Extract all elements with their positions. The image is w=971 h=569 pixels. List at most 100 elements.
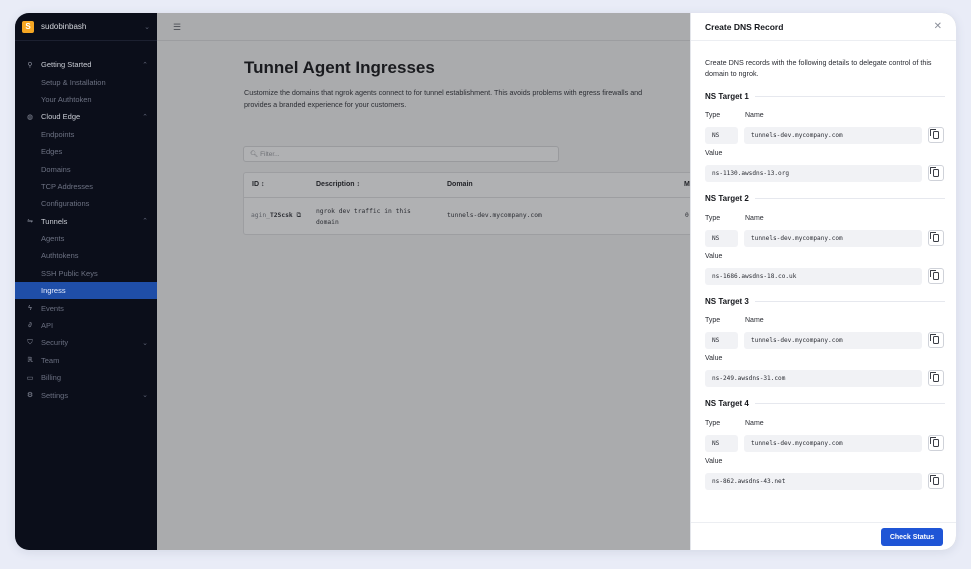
type-field: NS	[705, 332, 738, 349]
sidebar-item-label: Agents	[41, 234, 65, 244]
app-window: S sudobinbash ⌄ ⚲ Getting Started ⌃ Setup &…	[15, 13, 956, 550]
type-label: Type	[705, 112, 721, 119]
name-field: tunnels-dev.mycompany.com	[744, 332, 922, 349]
sidebar-item-team[interactable]: ℝ Team	[15, 352, 157, 369]
row-id[interactable]: agin_T2Scsk ⧉	[251, 212, 301, 220]
filter-input[interactable]: 🔍︎ Filter...	[243, 146, 559, 162]
chevron-up-icon: ⌃	[142, 61, 148, 69]
page-title: Tunnel Agent Ingresses	[244, 58, 435, 77]
team-icon: ℝ	[27, 357, 33, 365]
sidebar-item-cloud-edge[interactable]: ◍ Cloud Edge ⌃	[15, 108, 157, 125]
chevron-down-icon: ⌄	[144, 23, 150, 31]
link-icon: ∂	[28, 322, 32, 330]
copy-value-button[interactable]	[928, 370, 944, 386]
copy-icon	[930, 334, 939, 344]
org-name: sudobinbash	[41, 22, 87, 31]
create-dns-record-panel: Create DNS Record ✕ Create DNS records w…	[690, 13, 956, 550]
copy-value-button[interactable]	[928, 472, 944, 489]
sidebar-item-api[interactable]: ∂ API	[15, 317, 157, 334]
shield-icon: ⛉	[27, 338, 33, 346]
sidebar-item-tunnels[interactable]: ⇋ Tunnels ⌃	[15, 213, 157, 230]
gear-icon: ⚙	[26, 392, 34, 400]
panel-footer: Check Status	[691, 522, 956, 550]
column-header-id[interactable]: ID ↕	[252, 181, 264, 188]
sidebar-item-your-authtoken[interactable]: Your Authtoken	[15, 91, 157, 108]
copy-icon[interactable]: ⧉	[297, 212, 302, 219]
copy-value-button[interactable]	[928, 165, 944, 181]
copy-icon	[930, 372, 939, 382]
name-field: tunnels-dev.mycompany.com	[744, 434, 922, 452]
sidebar-item-agents[interactable]: Agents	[15, 230, 157, 247]
copy-icon	[930, 167, 939, 177]
copy-value-button[interactable]	[928, 267, 944, 284]
sidebar-item-configurations[interactable]: Configurations	[15, 195, 157, 212]
sidebar-collapse-icon[interactable]: ☰	[173, 22, 181, 33]
sidebar-item-label: Getting Started	[41, 60, 92, 70]
sidebar-item-security[interactable]: ⛉ Security ⌄	[15, 334, 157, 351]
check-status-button[interactable]: Check Status	[881, 528, 943, 546]
value-label: Value	[705, 150, 723, 157]
ns-target-title: NS Target 1	[705, 90, 945, 102]
section-divider	[754, 198, 945, 199]
panel-intro: Create DNS records with the following de…	[705, 58, 932, 78]
ns-target-title: NS Target 2	[705, 193, 945, 205]
org-switcher[interactable]: S sudobinbash ⌄	[15, 13, 157, 41]
row-description: ngrok dev traffic in this domain	[316, 208, 411, 226]
copy-name-button[interactable]	[928, 127, 944, 143]
sidebar-item-label: Edges	[41, 147, 63, 157]
panel-header: Create DNS Record ✕	[691, 13, 956, 41]
ns-target-title: NS Target 3	[705, 295, 945, 307]
sidebar-item-settings[interactable]: ⚙ Settings ⌄	[15, 386, 157, 403]
sidebar-item-label: Tunnels	[41, 216, 68, 226]
copy-name-button[interactable]	[928, 229, 944, 246]
sidebar-item-authtokens[interactable]: Authtokens	[15, 247, 157, 264]
sidebar-item-label: Endpoints	[41, 129, 75, 139]
card-icon: ▭	[26, 374, 34, 382]
value-label: Value	[705, 457, 723, 465]
ns-target-section: NS Target 1 Type Name NS tunnels-dev.myc…	[705, 90, 945, 182]
sidebar-item-label: Authtokens	[41, 251, 79, 261]
column-header-m[interactable]: M	[684, 181, 690, 188]
name-field: tunnels-dev.mycompany.com	[744, 229, 922, 247]
sidebar-item-label: API	[41, 321, 54, 331]
chevron-down-icon: ⌄	[142, 339, 148, 347]
copy-name-button[interactable]	[928, 434, 944, 451]
copy-icon	[930, 269, 939, 280]
close-icon[interactable]: ✕	[934, 21, 942, 32]
sidebar-item-billing[interactable]: ▭ Billing	[15, 369, 157, 386]
sidebar-item-label: Your Authtoken	[41, 94, 92, 104]
sidebar-item-endpoints[interactable]: Endpoints	[15, 126, 157, 143]
copy-name-button[interactable]	[928, 332, 944, 348]
section-divider	[754, 403, 945, 404]
sidebar: S sudobinbash ⌄ ⚲ Getting Started ⌃ Setup &…	[15, 13, 157, 550]
value-field: ns-862.awsdns-43.net	[705, 472, 922, 490]
sidebar-item-ssh-public-keys[interactable]: SSH Public Keys	[15, 265, 157, 282]
sidebar-item-edges[interactable]: Edges	[15, 143, 157, 160]
name-field: tunnels-dev.mycompany.com	[744, 127, 922, 144]
sidebar-item-label: Configurations	[41, 199, 90, 209]
sidebar-item-ingress[interactable]: Ingress	[15, 282, 157, 300]
row-extra: 0	[685, 212, 689, 219]
type-label: Type	[705, 419, 721, 427]
sidebar-item-label: Domains	[41, 164, 71, 174]
value-field: ns-249.awsdns-31.com	[705, 370, 922, 387]
sidebar-item-label: Events	[41, 303, 64, 313]
rocket-icon: ⚲	[27, 61, 33, 69]
name-label: Name	[745, 317, 764, 324]
sidebar-item-setup-installation[interactable]: Setup & Installation	[15, 73, 157, 90]
sidebar-item-label: SSH Public Keys	[41, 268, 98, 278]
panel-title: Create DNS Record	[705, 21, 784, 32]
value-field: ns-1130.awsdns-13.org	[705, 165, 922, 182]
sidebar-item-tcp-addresses[interactable]: TCP Addresses	[15, 178, 157, 195]
copy-icon	[930, 436, 939, 447]
sidebar-item-events[interactable]: ϟ Events	[15, 299, 157, 316]
column-header-description[interactable]: Description ↕	[316, 181, 360, 188]
sidebar-item-getting-started[interactable]: ⚲ Getting Started ⌃	[15, 56, 157, 73]
globe-icon: ◍	[26, 113, 34, 121]
sidebar-item-domains[interactable]: Domains	[15, 160, 157, 177]
bolt-icon: ϟ	[28, 304, 32, 312]
column-header-domain[interactable]: Domain	[447, 181, 473, 188]
type-field: NS	[705, 127, 738, 144]
value-label: Value	[705, 355, 723, 362]
sidebar-item-label: Security	[41, 338, 69, 348]
